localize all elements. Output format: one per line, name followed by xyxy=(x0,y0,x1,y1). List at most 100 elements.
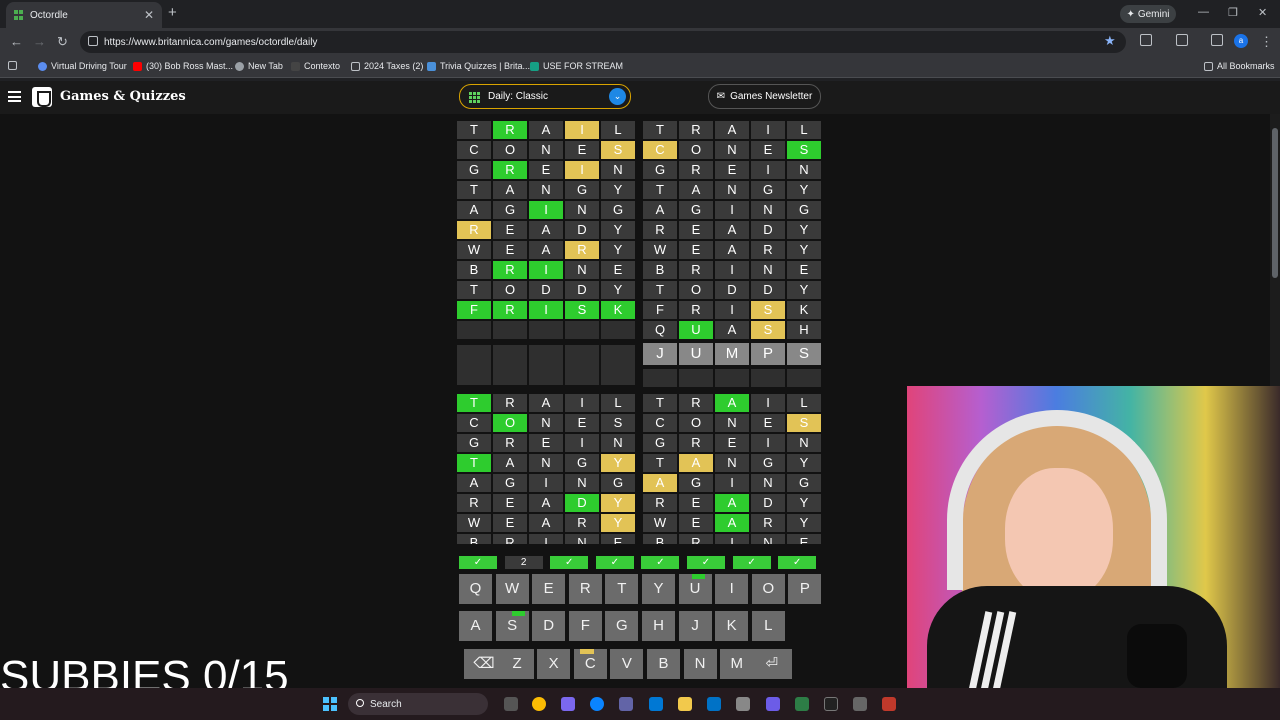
mode-dropdown[interactable]: Daily: Classic ⌄ xyxy=(459,84,631,109)
cast-icon[interactable] xyxy=(1176,34,1188,46)
copilot-icon[interactable] xyxy=(561,697,575,711)
key-h[interactable]: H xyxy=(642,611,675,641)
board-status-7[interactable]: ✓ xyxy=(732,556,771,569)
media-icon[interactable] xyxy=(1211,34,1223,46)
board-4-tile: Y xyxy=(787,514,821,532)
back-button[interactable]: ← xyxy=(10,34,23,49)
board-status-3[interactable]: ✓ xyxy=(550,556,589,569)
key-a[interactable]: A xyxy=(459,611,492,641)
profile-avatar[interactable]: a xyxy=(1234,34,1248,48)
key-p[interactable]: P xyxy=(788,574,822,604)
bookmark-item[interactable]: USE FOR STREAM xyxy=(530,61,623,71)
board-2-tile: R xyxy=(679,301,713,319)
board-1-tile: C xyxy=(457,141,491,159)
tab-close-icon[interactable]: ✕ xyxy=(144,8,154,22)
backspace-key[interactable]: ⌫ xyxy=(464,649,504,679)
all-bookmarks[interactable]: All Bookmarks xyxy=(1204,61,1275,71)
tab-octordle[interactable]: Octordle ✕ xyxy=(6,2,162,28)
extensions-icon[interactable] xyxy=(1140,34,1152,46)
board-status-5[interactable]: ✓ xyxy=(641,556,680,569)
gemini-button[interactable]: ✦ Gemini xyxy=(1120,5,1176,23)
key-e[interactable]: E xyxy=(532,574,566,604)
bookmark-item[interactable]: Trivia Quizzes | Brita... xyxy=(427,61,530,71)
site-title[interactable]: Games & Quizzes xyxy=(60,89,186,104)
bookmark-star-icon[interactable]: ★ xyxy=(1104,33,1116,49)
key-o[interactable]: O xyxy=(751,574,785,604)
reload-button[interactable]: ↻ xyxy=(57,34,68,50)
key-z[interactable]: Z xyxy=(500,649,534,679)
key-r[interactable]: R xyxy=(568,574,602,604)
empty-tile xyxy=(601,321,635,339)
board-3-tile: E xyxy=(493,514,527,532)
teams-icon[interactable] xyxy=(619,697,633,711)
new-tab-button[interactable]: + xyxy=(168,4,177,21)
bookmark-item[interactable]: (30) Bob Ross Mast... xyxy=(133,61,233,71)
apps-grid-icon[interactable] xyxy=(8,61,17,70)
key-v[interactable]: V xyxy=(610,649,644,679)
windows-start-icon[interactable] xyxy=(323,697,337,711)
address-bar[interactable]: https://www.britannica.com/games/octordl… xyxy=(80,31,1126,53)
close-window-button[interactable]: ✕ xyxy=(1258,6,1267,19)
britannica-logo-icon[interactable] xyxy=(32,87,52,107)
preview-tile: U xyxy=(679,343,713,365)
taskbar-search[interactable]: Search xyxy=(348,693,488,715)
key-b[interactable]: B xyxy=(647,649,680,679)
enter-key[interactable]: ⏎ xyxy=(751,649,792,679)
key-k[interactable]: K xyxy=(715,611,749,641)
bookmark-item[interactable]: New Tab xyxy=(235,61,283,71)
app-icon[interactable] xyxy=(853,697,867,711)
key-y[interactable]: Y xyxy=(642,574,675,604)
store-icon[interactable] xyxy=(649,697,663,711)
app-icon[interactable] xyxy=(882,697,896,711)
board-status-8[interactable]: ✓ xyxy=(778,556,817,569)
contexto-icon xyxy=(291,61,300,71)
edge-icon[interactable] xyxy=(590,697,604,711)
key-j[interactable]: J xyxy=(678,611,712,641)
key-t[interactable]: T xyxy=(605,574,639,604)
key-s[interactable]: S xyxy=(495,611,529,641)
key-w[interactable]: W xyxy=(495,574,529,604)
chrome-taskbar-icon[interactable] xyxy=(532,697,546,711)
bookmark-item[interactable]: 2024 Taxes (2) xyxy=(351,61,423,71)
key-g[interactable]: G xyxy=(605,611,639,641)
empty-tile xyxy=(715,369,749,387)
board-status-1[interactable]: ✓ xyxy=(459,556,497,569)
forward-button[interactable]: → xyxy=(33,34,46,49)
board-3-tile: G xyxy=(457,434,491,452)
board-status-4[interactable]: ✓ xyxy=(595,556,634,569)
board-4-tile: G xyxy=(751,454,785,472)
hamburger-menu-icon[interactable] xyxy=(8,91,21,102)
app-icon[interactable] xyxy=(766,697,780,711)
key-x[interactable]: X xyxy=(537,649,571,679)
app-icon[interactable] xyxy=(795,697,809,711)
board-2-tile: F xyxy=(643,301,677,319)
key-i[interactable]: I xyxy=(715,574,749,604)
maximize-button[interactable]: ❐ xyxy=(1228,6,1238,19)
newsletter-button[interactable]: ✉ Games Newsletter xyxy=(708,84,821,109)
key-d[interactable]: D xyxy=(532,611,566,641)
board-2-tile: R xyxy=(679,161,713,179)
board-status-2[interactable]: 2 xyxy=(504,556,543,569)
app-icon[interactable] xyxy=(736,697,750,711)
key-n[interactable]: N xyxy=(683,649,717,679)
board-4-tile: B xyxy=(643,534,677,544)
bookmark-item[interactable]: Contexto xyxy=(291,61,340,71)
key-m[interactable]: M xyxy=(720,649,754,679)
key-f[interactable]: F xyxy=(568,611,602,641)
minimize-button[interactable]: — xyxy=(1198,6,1209,18)
key-u[interactable]: U xyxy=(678,574,712,604)
bookmark-item[interactable]: Virtual Driving Tour xyxy=(38,61,127,71)
board-status-6[interactable]: ✓ xyxy=(687,556,725,569)
key-l[interactable]: L xyxy=(751,611,785,641)
menu-dots-icon[interactable]: ⋮ xyxy=(1260,34,1273,50)
board-4-tile: A xyxy=(679,454,713,472)
key-q[interactable]: Q xyxy=(459,574,492,604)
explorer-icon[interactable] xyxy=(678,697,692,711)
app-icon[interactable] xyxy=(824,697,838,711)
scrollbar-thumb[interactable] xyxy=(1272,128,1278,278)
task-view-icon[interactable] xyxy=(504,697,518,711)
site-info-icon[interactable] xyxy=(88,36,98,46)
outlook-icon[interactable] xyxy=(707,697,721,711)
board-1-tile: E xyxy=(565,141,599,159)
key-c[interactable]: C xyxy=(573,649,607,679)
